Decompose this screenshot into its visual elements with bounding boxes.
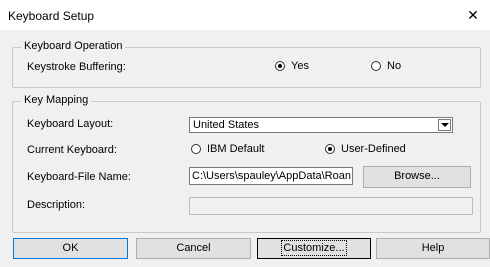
browse-button[interactable]: Browse... xyxy=(363,166,471,188)
key-mapping-group: Key Mapping Keyboard Layout: United Stat… xyxy=(12,94,481,233)
help-button-label: Help xyxy=(421,242,445,254)
close-icon: ✕ xyxy=(467,7,479,23)
close-button[interactable]: ✕ xyxy=(456,0,490,30)
ok-button[interactable]: OK xyxy=(13,238,128,259)
buffering-yes-radio[interactable]: Yes xyxy=(275,60,309,72)
customize-button-label: Customize... xyxy=(281,240,347,256)
keyboard-layout-select[interactable]: United States xyxy=(189,117,453,133)
description-label: Description: xyxy=(27,199,86,211)
keyboard-file-input[interactable]: C:\Users\spauley\AppData\Roan xyxy=(189,167,353,185)
keyboard-layout-value: United States xyxy=(193,119,260,131)
buffering-no-label: No xyxy=(387,60,402,72)
title-bar: Keyboard Setup ✕ xyxy=(0,0,490,30)
help-button[interactable]: Help xyxy=(376,238,490,259)
keyboard-layout-label: Keyboard Layout: xyxy=(27,118,114,130)
description-field xyxy=(189,197,473,215)
key-mapping-legend: Key Mapping xyxy=(21,94,92,106)
ibm-default-radio[interactable]: IBM Default xyxy=(191,143,264,155)
radio-unchecked-icon xyxy=(191,144,201,154)
chevron-down-icon[interactable] xyxy=(438,119,451,131)
radio-unchecked-icon xyxy=(371,61,381,71)
ok-button-label: OK xyxy=(62,242,79,254)
dialog-body: Keyboard Operation Keystroke Buffering: … xyxy=(0,30,490,267)
user-defined-radio[interactable]: User-Defined xyxy=(325,143,406,155)
customize-button[interactable]: Customize... xyxy=(257,238,371,259)
buffering-yes-label: Yes xyxy=(291,60,309,72)
current-keyboard-label: Current Keyboard: xyxy=(27,144,117,156)
user-defined-label: User-Defined xyxy=(341,143,406,155)
buffering-no-radio[interactable]: No xyxy=(371,60,401,72)
keystroke-buffering-label: Keystroke Buffering: xyxy=(27,61,126,73)
cancel-button[interactable]: Cancel xyxy=(136,238,251,259)
keyboard-file-label: Keyboard-File Name: xyxy=(27,171,131,183)
radio-checked-icon xyxy=(325,144,335,154)
window-title: Keyboard Setup xyxy=(8,9,95,23)
browse-button-label: Browse... xyxy=(394,170,440,182)
keyboard-operation-legend: Keyboard Operation xyxy=(21,40,126,52)
ibm-default-label: IBM Default xyxy=(207,143,265,155)
keyboard-operation-group: Keyboard Operation Keystroke Buffering: … xyxy=(12,40,481,88)
radio-checked-icon xyxy=(275,61,285,71)
cancel-button-label: Cancel xyxy=(176,242,211,254)
